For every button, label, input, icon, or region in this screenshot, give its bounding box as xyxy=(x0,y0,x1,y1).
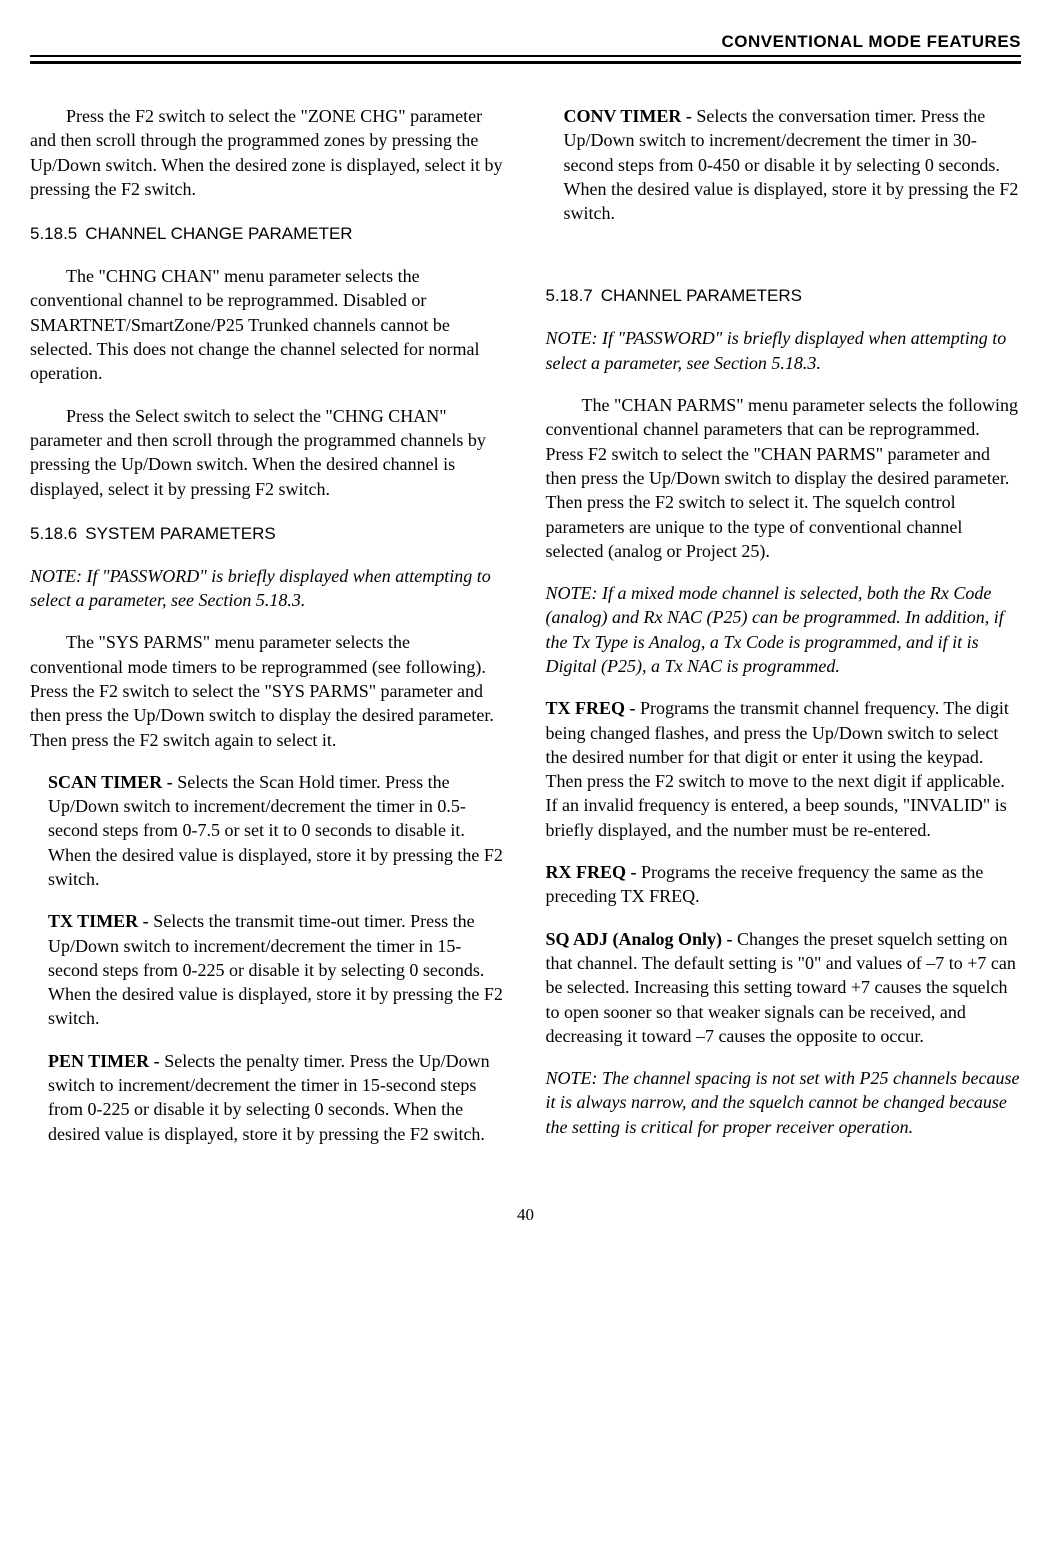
definition-text: Programs the transmit channel frequency.… xyxy=(546,698,1009,839)
heading-number: 5.18.7 xyxy=(546,286,593,305)
paragraph: The "SYS PARMS" menu parameter selects t… xyxy=(30,630,506,751)
page-header-rule: CONVENTIONAL MODE FEATURES xyxy=(30,55,1021,64)
section-heading-5-18-5: 5.18.5 CHANNEL CHANGE PARAMETER xyxy=(30,223,506,246)
definition-rx-freq: RX FREQ - Programs the receive frequency… xyxy=(546,860,1022,909)
right-column: CONV TIMER - Selects the conversation ti… xyxy=(546,104,1022,1164)
note-text: NOTE: If "PASSWORD" is briefly displayed… xyxy=(546,326,1022,375)
page-header-title: CONVENTIONAL MODE FEATURES xyxy=(722,31,1022,54)
definition-label: TX FREQ - xyxy=(546,698,641,718)
two-column-layout: Press the F2 switch to select the "ZONE … xyxy=(30,104,1021,1164)
heading-title: SYSTEM PARAMETERS xyxy=(85,524,276,543)
definition-label: PEN TIMER - xyxy=(48,1051,164,1071)
definition-label: RX FREQ - xyxy=(546,862,642,882)
section-heading-5-18-6: 5.18.6 SYSTEM PARAMETERS xyxy=(30,523,506,546)
paragraph: The "CHNG CHAN" menu parameter selects t… xyxy=(30,264,506,385)
note-text: NOTE: If "PASSWORD" is briefly displayed… xyxy=(30,564,506,613)
heading-number: 5.18.5 xyxy=(30,224,77,243)
heading-title: CHANNEL CHANGE PARAMETER xyxy=(85,224,352,243)
definition-sq-adj: SQ ADJ (Analog Only) - Changes the prese… xyxy=(546,927,1022,1048)
section-heading-5-18-7: 5.18.7 CHANNEL PARAMETERS xyxy=(546,285,1022,308)
definition-label: CONV TIMER - xyxy=(564,106,697,126)
definition-label: SCAN TIMER - xyxy=(48,772,177,792)
heading-title: CHANNEL PARAMETERS xyxy=(601,286,802,305)
left-column: Press the F2 switch to select the "ZONE … xyxy=(30,104,506,1164)
definition-pen-timer: PEN TIMER - Selects the penalty timer. P… xyxy=(48,1049,506,1146)
page-number: 40 xyxy=(30,1204,1021,1227)
definition-tx-freq: TX FREQ - Programs the transmit channel … xyxy=(546,696,1022,842)
definition-conv-timer: CONV TIMER - Selects the conversation ti… xyxy=(564,104,1022,225)
paragraph: Press the F2 switch to select the "ZONE … xyxy=(30,104,506,201)
definition-tx-timer: TX TIMER - Selects the transmit time-out… xyxy=(48,909,506,1030)
definition-label: TX TIMER - xyxy=(48,911,153,931)
heading-number: 5.18.6 xyxy=(30,524,77,543)
note-text: NOTE: The channel spacing is not set wit… xyxy=(546,1066,1022,1139)
paragraph: The "CHAN PARMS" menu parameter selects … xyxy=(546,393,1022,563)
definition-label: SQ ADJ (Analog Only) - xyxy=(546,929,738,949)
definition-scan-timer: SCAN TIMER - Selects the Scan Hold timer… xyxy=(48,770,506,891)
note-text: NOTE: If a mixed mode channel is selecte… xyxy=(546,581,1022,678)
paragraph: Press the Select switch to select the "C… xyxy=(30,404,506,501)
